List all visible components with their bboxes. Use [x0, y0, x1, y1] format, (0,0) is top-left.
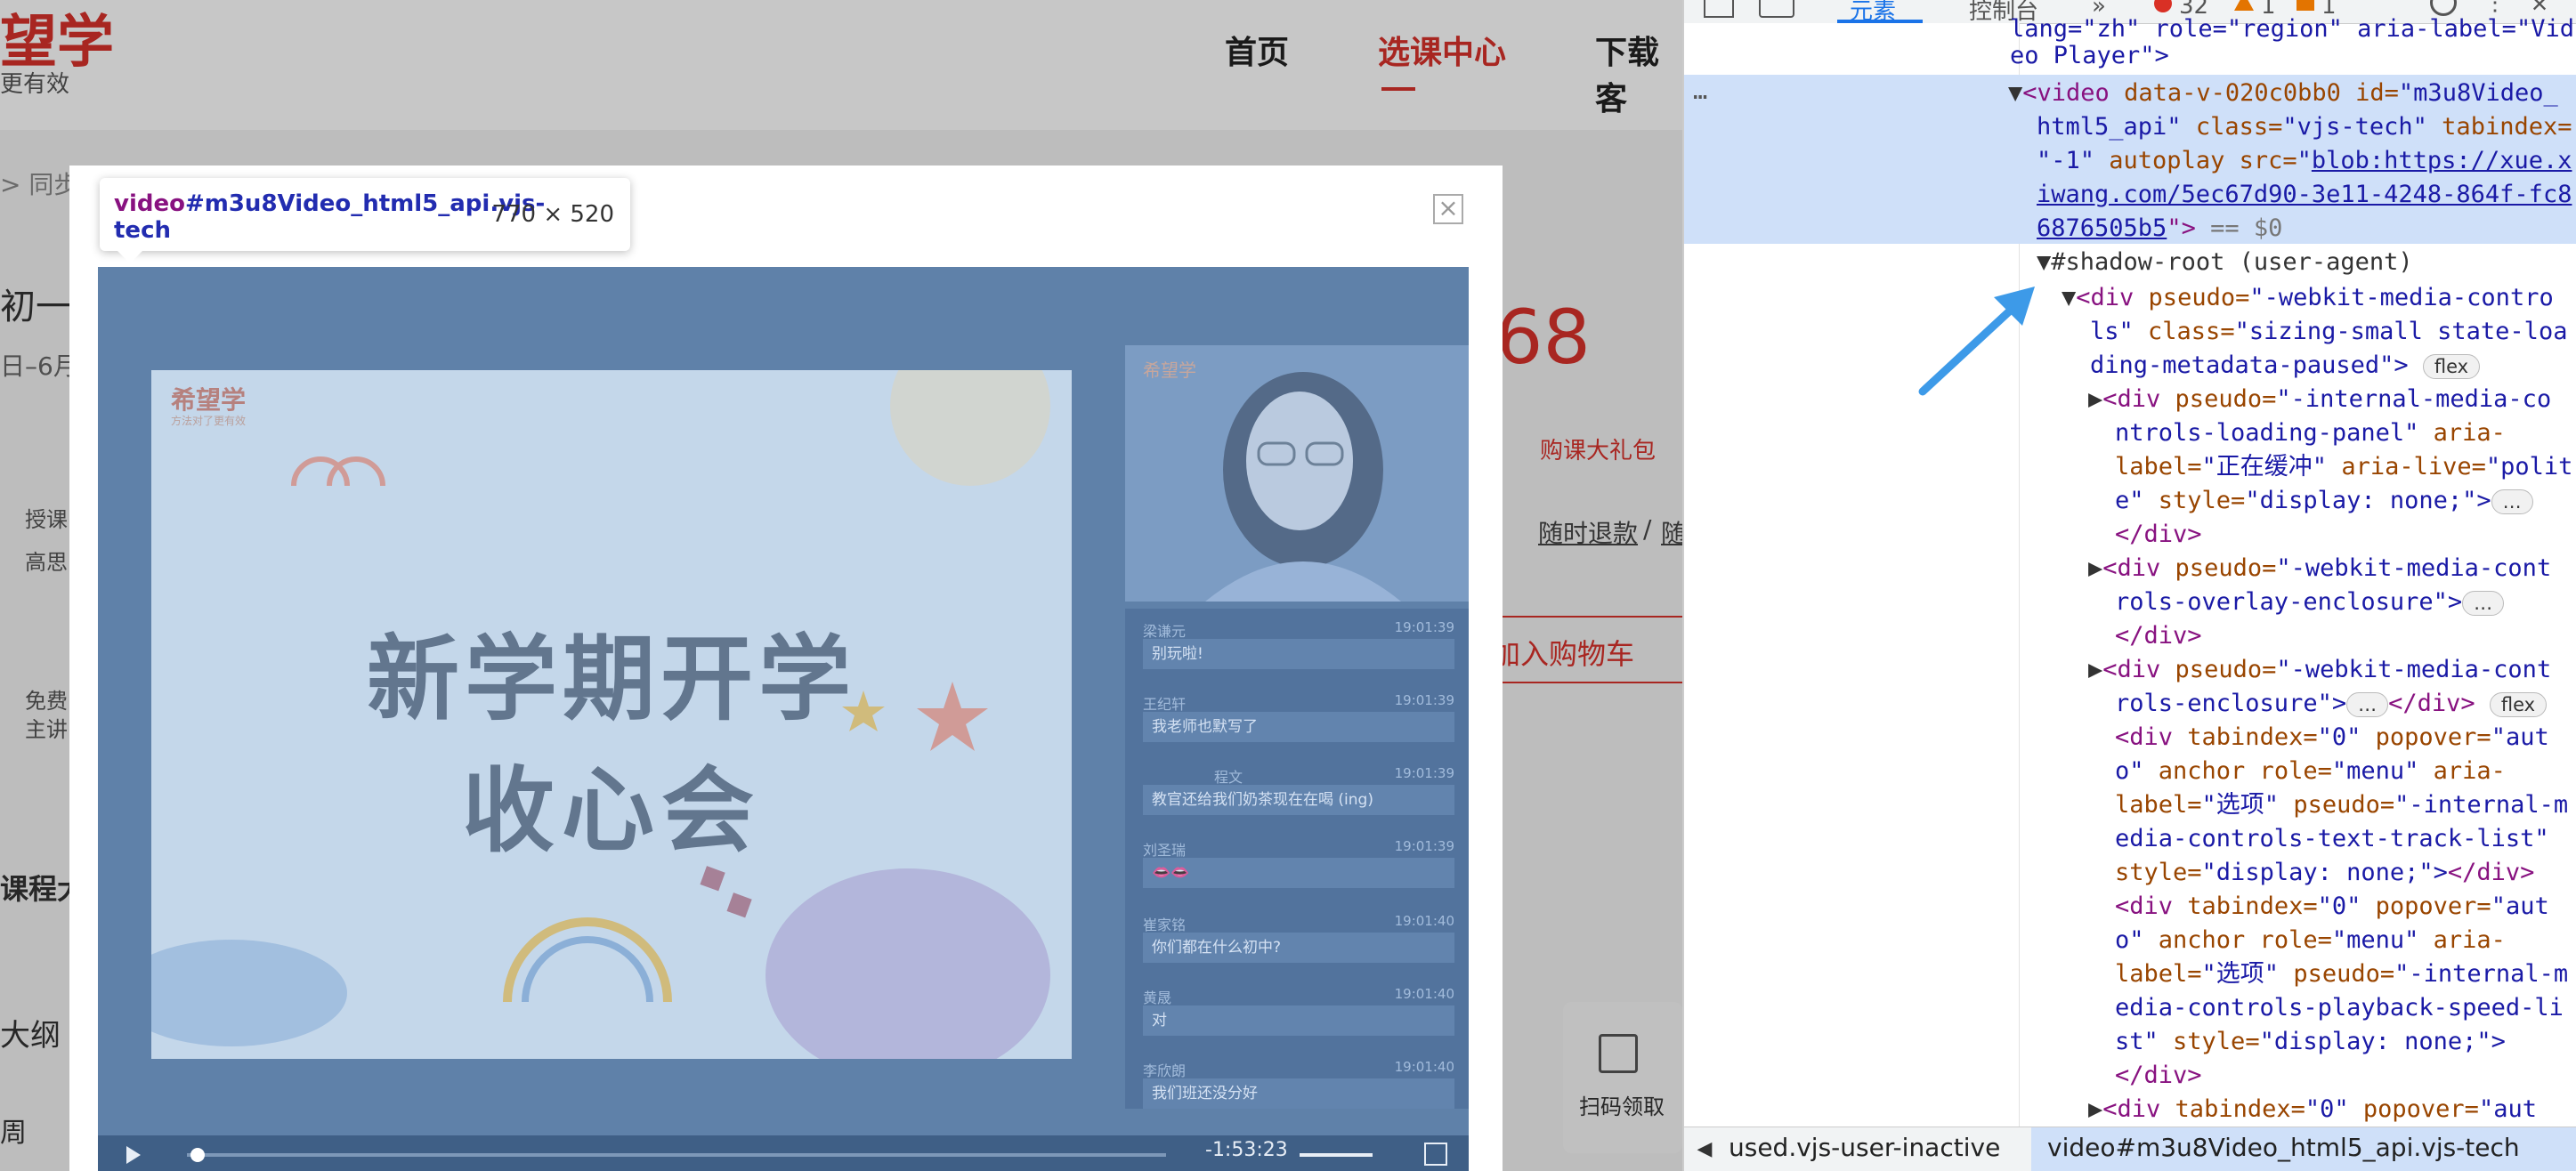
dom-line: label="选项" pseudo="-internal-m [2115, 960, 2569, 988]
error-icon[interactable] [2154, 0, 2172, 12]
modal-close-icon[interactable]: × [1433, 194, 1463, 224]
breadcrumb-prev-node[interactable]: used.vjs-user-inactive [1729, 1133, 2000, 1162]
dom-line: </div> [2115, 521, 2202, 548]
dom-line: o" anchor role="menu" aria- [2115, 757, 2506, 785]
dom-line: label="正在缓冲" aria-live="polit [2115, 453, 2573, 481]
dom-line: html5_api" class="vjs-tech" tabindex= [2037, 113, 2572, 141]
tooltip-size: 770 × 520 [491, 201, 614, 228]
dom-line[interactable]: ▼<div pseudo="-webkit-media-contro [2062, 281, 2554, 314]
tooltip-arrow [117, 251, 142, 263]
issues-icon[interactable] [2297, 0, 2314, 11]
dom-line: </div> [2115, 622, 2202, 650]
dom-line: 6876505b5"> == $0 [2037, 214, 2283, 242]
flex-badge[interactable]: flex [2422, 353, 2481, 379]
dom-line: eo Player"> [2010, 42, 2169, 69]
dom-line: </div> [2115, 1062, 2202, 1089]
dom-line[interactable]: ▶<div pseudo="-webkit-media-cont [2088, 552, 2551, 585]
inspect-tooltip: video#m3u8Video_html5_api.vjs-tech 770 ×… [100, 178, 630, 251]
video-controls: -1:53:23 [98, 1135, 1469, 1171]
dom-line[interactable]: ▶<div pseudo="-internal-media-co [2088, 383, 2551, 416]
dom-line[interactable]: <div tabindex="0" popover="aut [2115, 890, 2549, 923]
play-icon[interactable] [126, 1146, 141, 1164]
progress-handle[interactable] [190, 1148, 205, 1162]
devtools-breadcrumb-bar: ◀ used.vjs-user-inactive video#m3u8Video… [1684, 1127, 2576, 1171]
annotation-arrow [1918, 287, 2035, 396]
dom-line: iwang.com/5ec67d90-3e11-4248-864f-fc8 [2037, 181, 2572, 208]
breadcrumb-scroll-left-icon[interactable]: ◀ [1684, 1127, 1725, 1171]
time-remaining: -1:53:23 [1205, 1139, 1288, 1161]
node-options-dots[interactable]: … [1693, 75, 1707, 108]
dom-line: label="选项" pseudo="-internal-m [2115, 791, 2569, 819]
dom-line: e" style="display: none;">… [2115, 484, 2533, 517]
dom-line: edia-controls-playback-speed-li [2115, 994, 2564, 1022]
dom-line[interactable]: ▶<div pseudo="-webkit-media-cont [2088, 653, 2551, 686]
dom-line: st" style="display: none;"> [2115, 1028, 2506, 1055]
dom-line: ding-metadata-paused"> flex [2090, 349, 2481, 382]
devtools-panel: 元素 控制台 » 32 1 1 ⋮ ✕ lang="zh" role="regi… [1682, 0, 2576, 1171]
dom-line: ntrols-loading-panel" aria- [2115, 419, 2506, 447]
dom-line: edia-controls-text-track-list" [2115, 825, 2549, 852]
dom-line: style="display: none;"></div> [2115, 859, 2535, 886]
dom-line: ls" class="sizing-small state-loa [2090, 318, 2568, 345]
breadcrumb-current-node[interactable]: video#m3u8Video_html5_api.vjs-tech [2031, 1127, 2576, 1171]
dom-line[interactable]: <div tabindex="0" popover="aut [2115, 721, 2549, 754]
breadcrumb-current-label: video#m3u8Video_html5_api.vjs-tech [2047, 1133, 2520, 1162]
dom-line[interactable]: ▶<div tabindex="0" popover="aut [2088, 1093, 2537, 1126]
shadow-root-line[interactable]: ▼#shadow-root (user-agent) [2037, 246, 2413, 279]
video-player[interactable]: 希望学 方法对了更有效 新学期开学 收心会 希望学 梁谦元 19:01:39 别… [98, 267, 1469, 1171]
dom-line: o" anchor role="menu" aria- [2115, 926, 2506, 954]
device-toolbar-icon[interactable] [1759, 0, 1794, 18]
dom-line: rols-overlay-enclosure">… [2115, 586, 2505, 618]
progress-bar[interactable] [187, 1153, 1166, 1157]
tooltip-selector: video#m3u8Video_html5_api.vjs-tech [114, 190, 546, 244]
volume-slider[interactable] [1300, 1153, 1373, 1157]
warning-icon[interactable] [2234, 0, 2254, 11]
devtools-element-highlight [98, 267, 1469, 1171]
inspect-element-icon[interactable] [1704, 0, 1734, 18]
dom-line: rols-enclosure">… </div> flex [2115, 687, 2548, 720]
fullscreen-icon[interactable] [1424, 1143, 1447, 1166]
website-page: 望学 更有效 首页 选课中心 下载客 > 同步 初一 日–6月 授课 高思 免费… [0, 0, 1682, 1171]
dom-line-video[interactable]: ▼<video data-v-020c0bb0 id="m3u8Video_ [2008, 77, 2558, 109]
blob-src-link[interactable]: blob:https://xue.x [2312, 147, 2572, 174]
dom-line: "-1" autoplay src="blob:https://xue.x [2037, 147, 2572, 174]
dom-tree[interactable]: lang="zh" role="region" aria-label="Vid … [1684, 15, 2576, 1127]
